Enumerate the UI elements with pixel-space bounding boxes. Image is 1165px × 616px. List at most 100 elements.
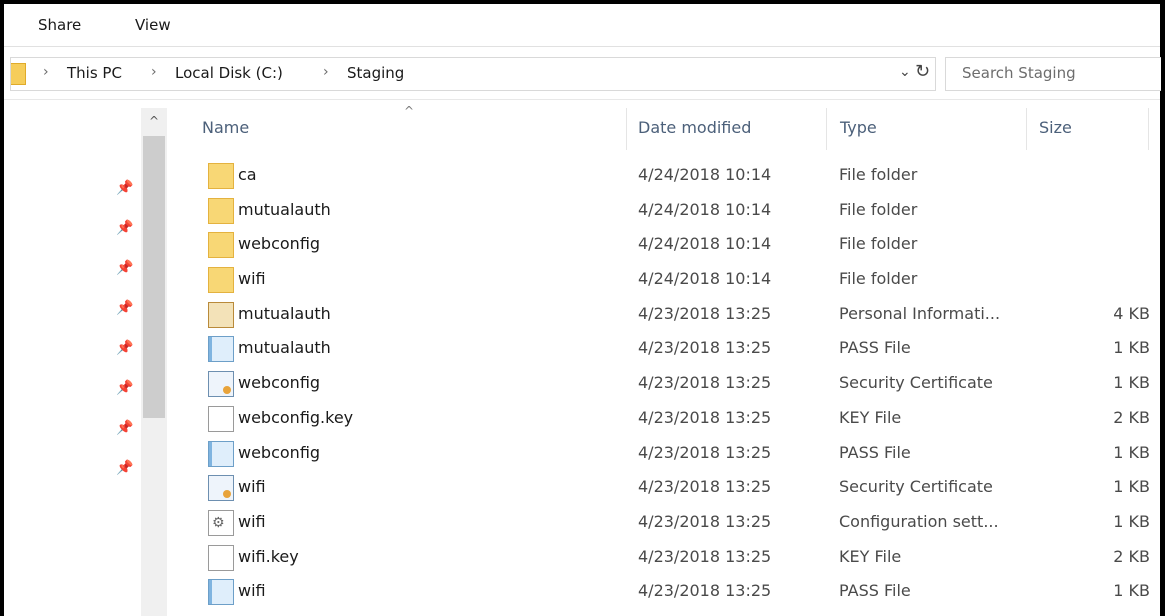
column-divider[interactable] xyxy=(1148,108,1149,150)
file-date-modified: 4/23/2018 13:25 xyxy=(638,442,772,462)
folder-icon xyxy=(11,63,26,85)
file-row[interactable]: wifi 4/23/2018 13:25 Security Certificate 1… xyxy=(170,470,1160,505)
folder-icon xyxy=(208,163,234,189)
column-type[interactable]: Type xyxy=(840,118,877,137)
column-size[interactable]: Size xyxy=(1039,118,1072,137)
ribbon-tabs: Share View xyxy=(4,4,1160,47)
refresh-icon[interactable]: ↻ xyxy=(915,61,930,82)
file-type: File folder xyxy=(839,234,918,254)
folder-icon xyxy=(208,197,234,224)
file-date-modified: 4/23/2018 13:25 xyxy=(638,338,772,358)
pin-icon[interactable]: 📌 xyxy=(116,260,133,276)
pin-icon[interactable]: 📌 xyxy=(116,460,133,476)
column-divider[interactable] xyxy=(1026,108,1027,150)
file-date-modified: 4/23/2018 13:25 xyxy=(638,303,772,323)
sort-ascending-icon: ^ xyxy=(404,104,415,118)
config-file-icon xyxy=(208,509,234,536)
breadcrumb-staging[interactable]: Staging xyxy=(347,64,404,82)
file-size: 1 KB xyxy=(1113,477,1150,497)
file-name: webconfig xyxy=(238,373,321,393)
file-row[interactable]: ca 4/24/2018 10:14 File folder xyxy=(170,158,1160,193)
folder-icon xyxy=(208,267,234,294)
file-type: File folder xyxy=(839,269,918,289)
file-row[interactable]: webconfig 4/23/2018 13:25 Security Certifi… xyxy=(170,366,1160,401)
file-size: 1 KB xyxy=(1113,373,1150,393)
file-size: 1 KB xyxy=(1113,442,1150,462)
file-name: mutualauth xyxy=(238,303,331,323)
column-name[interactable]: Name xyxy=(202,118,249,137)
file-type: Security Certificate xyxy=(839,477,993,497)
address-bar[interactable]: › This PC › Local Disk (C:) › Staging ⌄ … xyxy=(10,57,936,91)
file-name: webconfig.key xyxy=(238,407,354,427)
tab-view[interactable]: View xyxy=(135,16,171,34)
file-size: 2 KB xyxy=(1113,546,1150,566)
breadcrumb-separator[interactable]: › xyxy=(323,64,329,80)
file-name: wifi xyxy=(238,581,266,601)
file-type: PASS File xyxy=(839,442,911,462)
pass-file-icon xyxy=(208,440,234,467)
file-row[interactable]: wifi 4/23/2018 13:25 Configuration sett...… xyxy=(170,505,1160,540)
file-date-modified: 4/23/2018 13:25 xyxy=(638,477,772,497)
breadcrumb-separator[interactable]: › xyxy=(151,64,157,80)
breadcrumb-local-disk[interactable]: Local Disk (C:) xyxy=(175,64,283,82)
certificate-icon xyxy=(208,475,234,502)
file-date-modified: 4/24/2018 10:14 xyxy=(638,199,772,219)
window-border-right xyxy=(1160,0,1165,616)
file-name: wifi xyxy=(238,511,266,531)
folder-icon xyxy=(208,232,234,259)
address-row: › This PC › Local Disk (C:) › Staging ⌄ … xyxy=(4,47,1161,100)
file-size: 2 KB xyxy=(1113,407,1150,427)
file-row[interactable]: wifi.key 4/23/2018 13:25 KEY File 2 KB xyxy=(170,540,1160,575)
file-row[interactable]: wifi 4/24/2018 10:14 File folder xyxy=(170,262,1160,297)
file-type: KEY File xyxy=(839,407,902,427)
key-file-icon xyxy=(208,544,234,571)
tab-share[interactable]: Share xyxy=(38,16,81,34)
file-size: 1 KB xyxy=(1113,338,1150,358)
column-date-modified[interactable]: Date modified xyxy=(638,118,751,137)
pin-icon[interactable]: 📌 xyxy=(116,340,133,356)
scroll-up-icon[interactable]: ^ xyxy=(141,108,167,134)
file-date-modified: 4/24/2018 10:14 xyxy=(638,269,772,289)
nav-scrollbar[interactable]: ^ xyxy=(141,108,167,616)
file-date-modified: 4/23/2018 13:25 xyxy=(638,373,772,393)
file-name: webconfig xyxy=(238,442,321,462)
column-divider[interactable] xyxy=(626,108,627,150)
file-date-modified: 4/24/2018 10:14 xyxy=(638,165,772,184)
search-box[interactable]: Search Staging xyxy=(945,57,1161,91)
file-date-modified: 4/23/2018 13:25 xyxy=(638,581,772,601)
certificate-icon xyxy=(208,371,234,398)
pin-icon[interactable]: 📌 xyxy=(116,180,133,196)
file-name: wifi xyxy=(238,269,266,289)
pin-icon[interactable]: 📌 xyxy=(116,220,133,236)
scroll-thumb[interactable] xyxy=(143,136,165,418)
file-type: PASS File xyxy=(839,581,911,601)
file-name: mutualauth xyxy=(238,199,331,219)
file-row[interactable]: mutualauth 4/23/2018 13:25 PASS File 1 KB xyxy=(170,331,1160,366)
file-row[interactable]: wifi 4/23/2018 13:25 PASS File 1 KB xyxy=(170,574,1160,609)
pin-icon[interactable]: 📌 xyxy=(116,420,133,436)
chevron-down-icon[interactable]: ⌄ xyxy=(899,64,911,80)
file-type: Configuration sett... xyxy=(839,511,999,531)
file-date-modified: 4/23/2018 13:25 xyxy=(638,511,772,531)
breadcrumb-separator[interactable]: › xyxy=(43,64,49,80)
file-type: KEY File xyxy=(839,546,902,566)
pfx-icon xyxy=(208,301,234,328)
column-divider[interactable] xyxy=(826,108,827,150)
file-row[interactable]: mutualauth 4/24/2018 10:14 File folder xyxy=(170,193,1160,228)
search-input[interactable]: Search Staging xyxy=(962,64,1076,82)
breadcrumb-this-pc[interactable]: This PC xyxy=(67,64,122,82)
file-type: Personal Informati... xyxy=(839,303,1001,323)
file-row[interactable]: webconfig 4/24/2018 10:14 File folder xyxy=(170,227,1160,262)
pass-file-icon xyxy=(208,336,234,363)
file-size: 1 KB xyxy=(1113,511,1150,531)
file-row[interactable]: webconfig.key 4/23/2018 13:25 KEY File 2 KB xyxy=(170,401,1160,436)
file-type: File folder xyxy=(839,165,918,184)
pin-icon[interactable]: 📌 xyxy=(116,380,133,396)
file-type: Security Certificate xyxy=(839,373,993,393)
file-row[interactable]: mutualauth 4/23/2018 13:25 Personal Inform… xyxy=(170,297,1160,332)
file-date-modified: 4/24/2018 10:14 xyxy=(638,234,772,254)
pin-icon[interactable]: 📌 xyxy=(116,300,133,316)
pass-file-icon xyxy=(208,579,234,606)
file-row[interactable]: webconfig 4/23/2018 13:25 PASS File 1 KB xyxy=(170,436,1160,471)
column-header: ^ Name Date modified Type Size xyxy=(170,100,1160,150)
